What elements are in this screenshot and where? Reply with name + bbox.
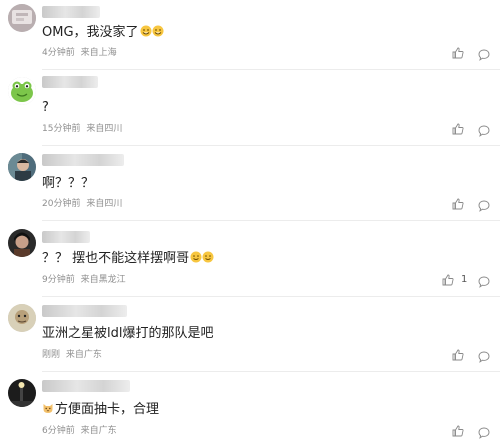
avatar[interactable]: [8, 379, 36, 407]
comment-time: 刚刚: [42, 350, 61, 360]
crying-laughing-emoji-icon: [140, 25, 152, 37]
thumbs-up-icon: [452, 425, 464, 437]
comment-time: 20分钟前: [42, 199, 81, 209]
comment-meta: 4分钟前 来自上海: [42, 47, 117, 59]
avatar[interactable]: [8, 153, 36, 181]
thumbs-up-icon: [452, 198, 464, 210]
comment-text: 方便面抽卡，合理: [42, 402, 159, 418]
comment-meta: 9分钟前 来自黑龙江: [42, 274, 126, 286]
comment-bubble-icon: [478, 125, 490, 137]
reply-button[interactable]: [478, 424, 492, 439]
comment-meta: 20分钟前 来自四川: [42, 198, 122, 210]
avatar[interactable]: [8, 304, 36, 332]
divider: [42, 371, 500, 372]
comment-text: 啊？？？: [42, 176, 95, 191]
like-button[interactable]: [452, 424, 466, 438]
sweat-smile-emoji-icon: [190, 251, 202, 263]
thumbs-up-icon: [452, 123, 464, 135]
comment-location: 来自黑龙江: [80, 275, 126, 285]
like-button[interactable]: [442, 273, 456, 287]
reply-button[interactable]: [478, 273, 492, 288]
avatar[interactable]: [8, 77, 36, 105]
reply-button[interactable]: [478, 348, 492, 363]
avatar[interactable]: [8, 229, 36, 257]
crying-laughing-emoji-icon: [152, 25, 164, 37]
avatar[interactable]: [8, 4, 36, 32]
reply-button[interactable]: [478, 122, 492, 137]
thumbs-up-icon: [452, 349, 464, 361]
username-blurred[interactable]: [42, 231, 90, 243]
thumbs-up-icon: [442, 274, 454, 286]
username-blurred[interactable]: [42, 380, 130, 392]
username-blurred[interactable]: [42, 76, 98, 88]
like-button[interactable]: [452, 348, 466, 362]
reply-button[interactable]: [478, 46, 492, 61]
comment-location: 来自广东: [80, 426, 117, 436]
comment-bubble-icon: [478, 49, 490, 61]
comment-location: 来自上海: [80, 48, 117, 58]
comment-bubble-icon: [478, 200, 490, 212]
comment-location: 来自四川: [86, 124, 123, 134]
comment-meta: 6分钟前 来自广东: [42, 425, 117, 437]
like-button[interactable]: [452, 46, 466, 60]
sweat-smile-emoji-icon: [202, 251, 214, 263]
comment-text: OMG，我没家了: [42, 25, 164, 41]
comment-time: 15分钟前: [42, 124, 81, 134]
divider: [42, 220, 500, 221]
username-blurred[interactable]: [42, 6, 100, 18]
like-button[interactable]: [452, 197, 466, 211]
comment-text: ？？ 摆也不能这样摆啊哥: [42, 251, 214, 267]
comment-time: 6分钟前: [42, 426, 75, 436]
divider: [42, 69, 500, 70]
divider: [42, 296, 500, 297]
comment-meta: 15分钟前 来自四川: [42, 123, 122, 135]
comment-location: 来自四川: [86, 199, 123, 209]
like-count: 1: [461, 274, 468, 285]
comment-location: 来自广东: [65, 350, 102, 360]
comment-text: 亚洲之星被ldl爆打的那队是吧: [42, 326, 214, 341]
comment-bubble-icon: [478, 427, 490, 439]
like-button[interactable]: [452, 122, 466, 136]
comment-bubble-icon: [478, 276, 490, 288]
comment-time: 9分钟前: [42, 275, 75, 285]
comment-text: ?: [42, 100, 49, 115]
reply-button[interactable]: [478, 197, 492, 212]
username-blurred[interactable]: [42, 305, 127, 317]
cat-face-emoji-icon: [43, 404, 53, 413]
comment-meta: 刚刚 来自广东: [42, 349, 102, 361]
comment-bubble-icon: [478, 351, 490, 363]
thumbs-up-icon: [452, 47, 464, 59]
username-blurred[interactable]: [42, 154, 124, 166]
divider: [42, 145, 500, 146]
comment-time: 4分钟前: [42, 48, 75, 58]
